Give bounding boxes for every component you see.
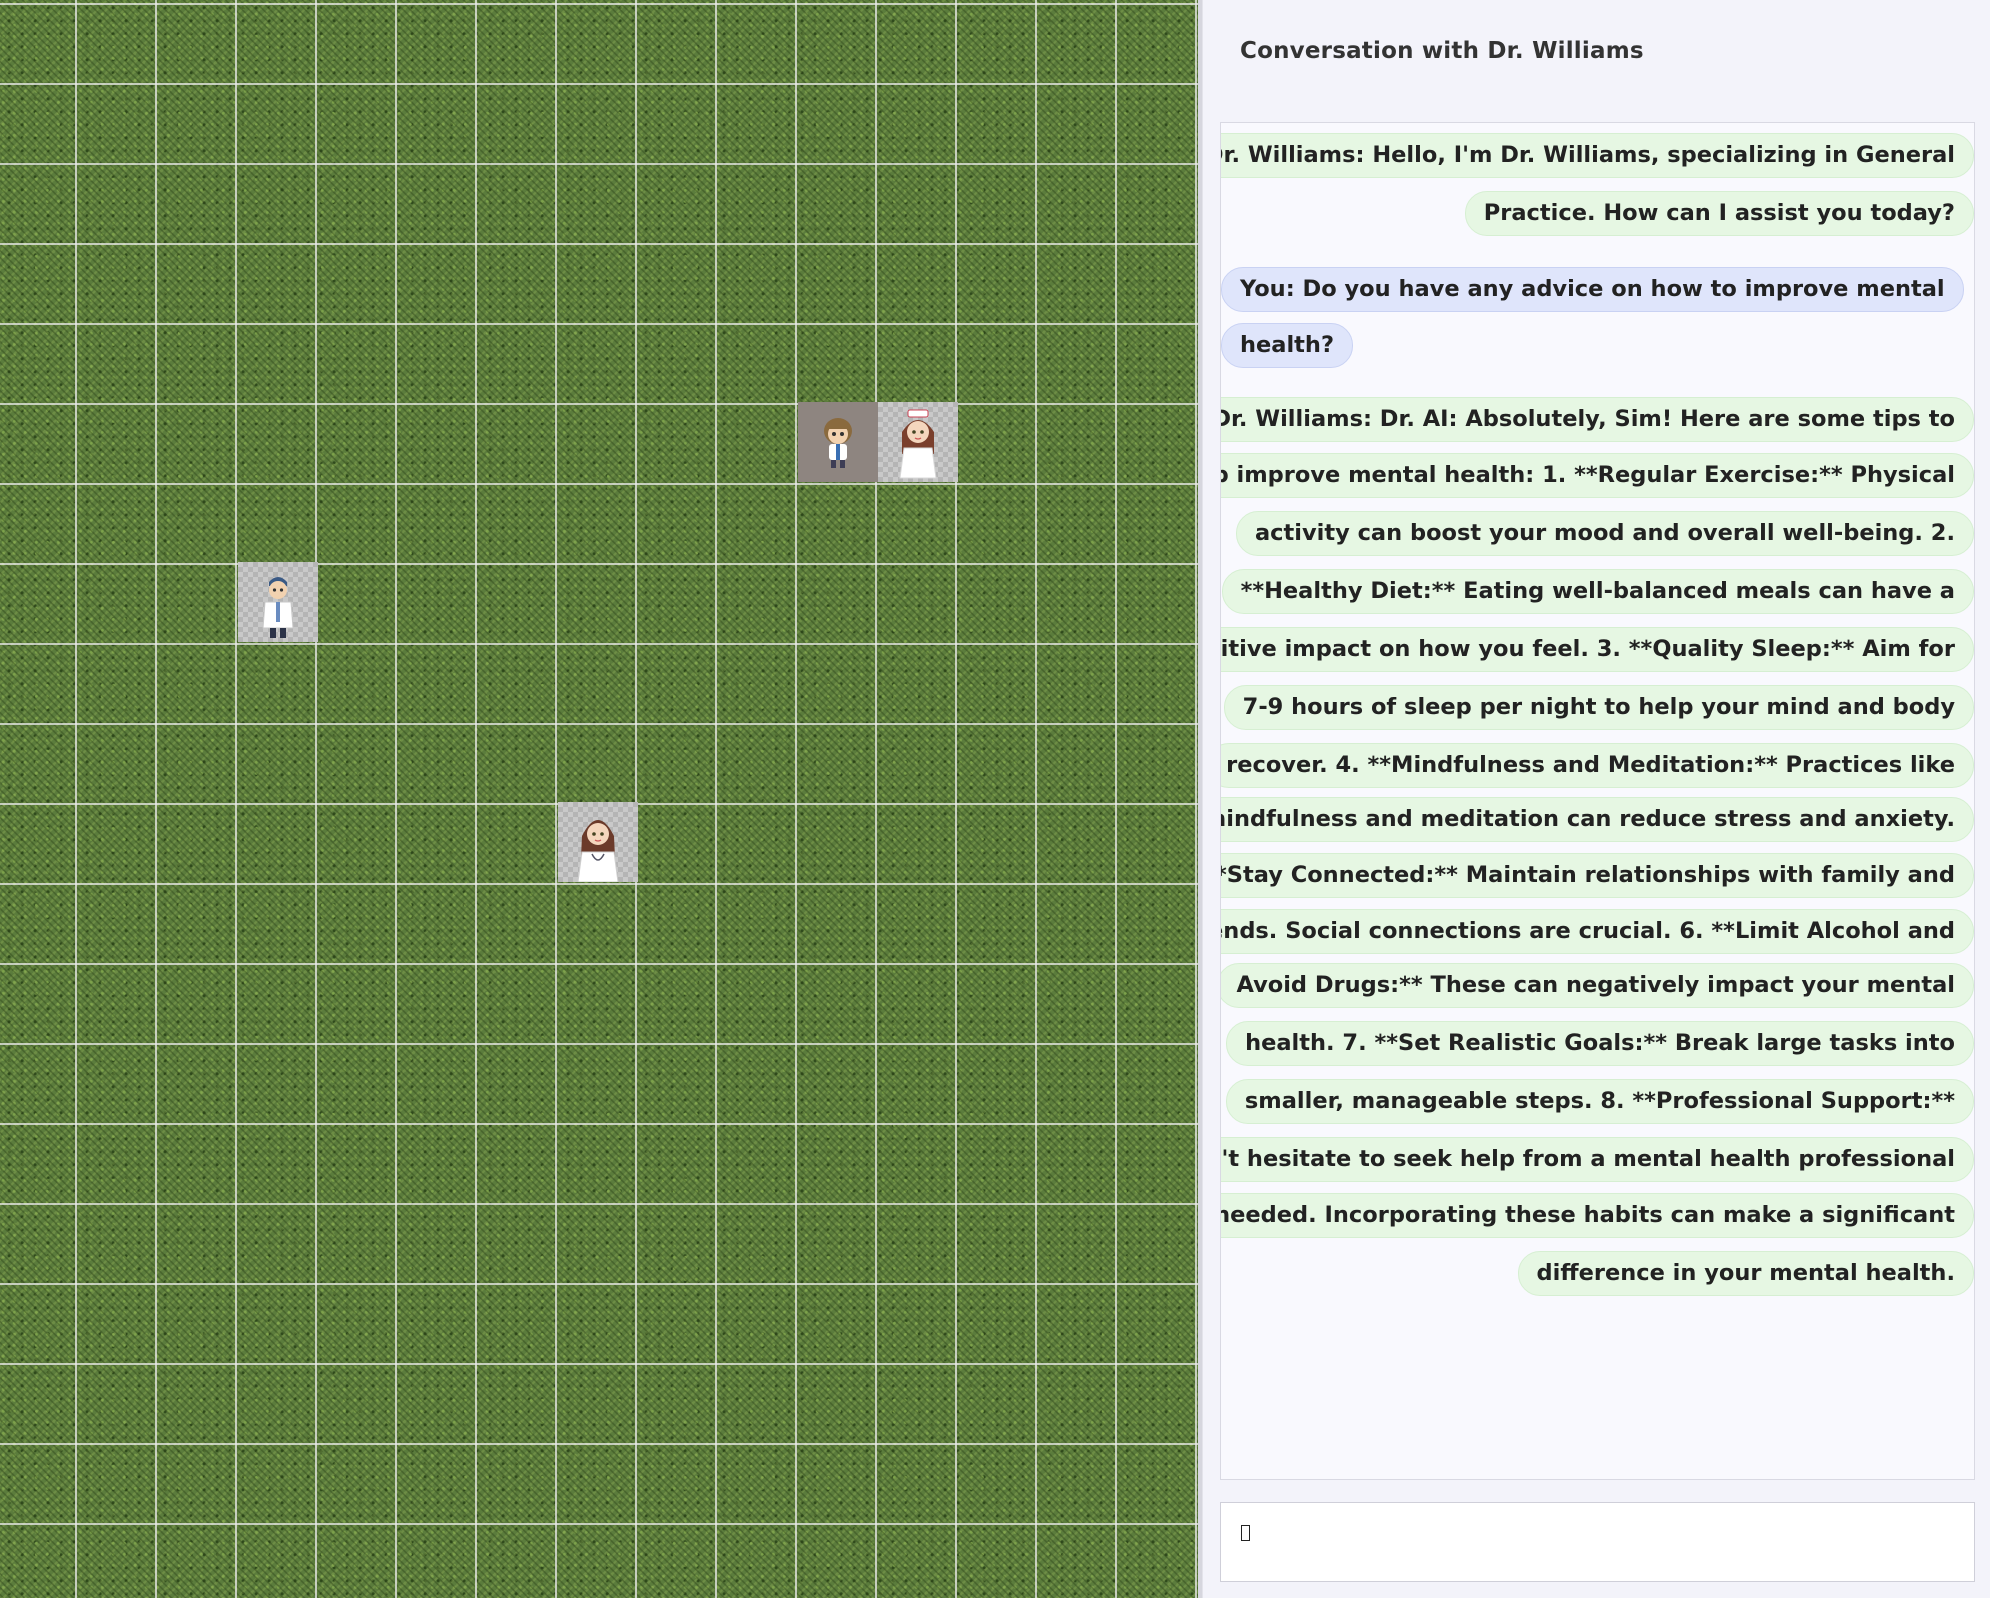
nurse-character[interactable]: [878, 402, 958, 482]
chat-panel: Conversation with Dr. Williams Dr. Willi…: [1202, 0, 1990, 1598]
boy-character[interactable]: [798, 402, 878, 482]
doctor-female-character[interactable]: [558, 802, 638, 882]
message-line: recover. 4. **Mindfulness and Meditation…: [1221, 743, 1974, 788]
nurse-sprite-icon: [899, 409, 937, 479]
message-line: positive impact on how you feel. 3. **Qu…: [1221, 627, 1974, 672]
message-line: difference in your mental health.: [1517, 1251, 1974, 1296]
message-line: Avoid Drugs:** These can negatively impa…: [1221, 963, 1974, 1008]
message-line: health?: [1221, 323, 1353, 368]
message-line: mindfulness and meditation can reduce st…: [1221, 797, 1974, 842]
game-map[interactable]: [0, 0, 1202, 1598]
message-line: smaller, manageable steps. 8. **Professi…: [1225, 1079, 1974, 1124]
message-line: Don't hesitate to seek help from a menta…: [1221, 1137, 1974, 1182]
message-line: Dr. Williams: Dr. AI: Absolutely, Sim! H…: [1221, 397, 1974, 442]
message-line: You: Do you have any advice on how to im…: [1221, 267, 1964, 312]
boy-sprite-icon: [824, 418, 852, 468]
message-input[interactable]: [1220, 1502, 1975, 1582]
message-line: if needed. Incorporating these habits ca…: [1221, 1193, 1974, 1238]
female-doctor-sprite-icon: [577, 820, 619, 882]
message-line: help improve mental health: 1. **Regular…: [1221, 453, 1974, 498]
message-line: 7-9 hours of sleep per night to help you…: [1223, 685, 1974, 730]
doctor-male-character[interactable]: [238, 562, 318, 642]
chat-log[interactable]: Dr. Williams: Hello, I'm Dr. Williams, s…: [1220, 122, 1975, 1480]
doctor-sprite-icon: [262, 577, 294, 638]
text-cursor-icon: [1241, 1525, 1250, 1541]
message-line: **Healthy Diet:** Eating well-balanced m…: [1221, 569, 1974, 614]
message-line: friends. Social connections are crucial.…: [1221, 909, 1974, 954]
message-line: health. 7. **Set Realistic Goals:** Brea…: [1226, 1021, 1974, 1066]
message-line: Dr. Williams: Hello, I'm Dr. Williams, s…: [1221, 133, 1974, 178]
message-line: Practice. How can I assist you today?: [1464, 191, 1974, 236]
message-line: 5. **Stay Connected:** Maintain relation…: [1221, 853, 1974, 898]
conversation-title: Conversation with Dr. Williams: [1240, 38, 1644, 64]
message-line: activity can boost your mood and overall…: [1235, 511, 1974, 556]
